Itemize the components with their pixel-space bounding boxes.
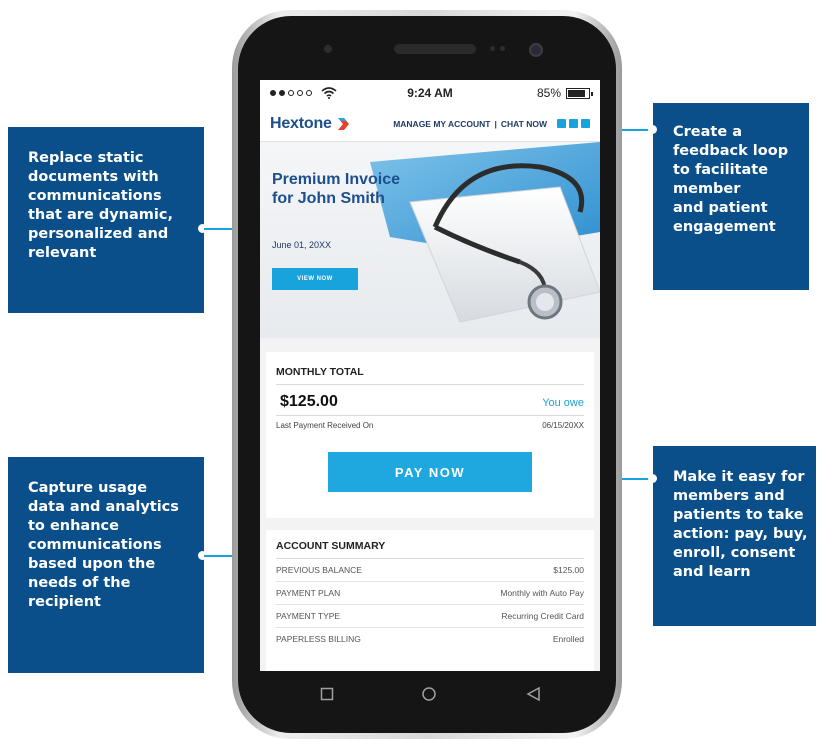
recents-square-icon[interactable] <box>320 687 334 701</box>
callout-easy-action: Make it easy for members and patients to… <box>653 446 816 626</box>
summary-label: PAPERLESS BILLING <box>276 634 361 644</box>
summary-row: PREVIOUS BALANCE $125.00 <box>276 559 584 582</box>
amount-row: $125.00 You owe <box>276 385 584 416</box>
sensor-icon <box>500 46 505 51</box>
callout-feedback-loop: Create a feedback loop to facilitate mem… <box>653 103 809 290</box>
view-now-button[interactable]: VIEW NOW <box>272 268 358 290</box>
social-icon[interactable] <box>569 119 578 128</box>
social-icon[interactable] <box>557 119 566 128</box>
invoice-date: June 01, 20XX <box>272 240 332 250</box>
you-owe-label: You owe <box>542 397 584 409</box>
pay-now-button[interactable]: PAY NOW <box>328 452 532 492</box>
social-links <box>557 119 590 128</box>
hero-banner: Premium Invoice for John Smith June 01, … <box>260 142 600 338</box>
logo-mark-icon <box>337 117 349 130</box>
wifi-icon <box>321 87 337 99</box>
callout-dynamic-communications: Replace static documents with communicat… <box>8 127 204 313</box>
summary-row: PAYMENT TYPE Recurring Credit Card <box>276 605 584 628</box>
nav-separator: | <box>494 118 497 129</box>
connector-dot <box>648 125 657 134</box>
sensor-icon <box>490 46 495 51</box>
summary-value: Monthly with Auto Pay <box>500 588 584 598</box>
callout-text: Replace static documents with communicat… <box>28 150 173 261</box>
account-summary-heading: ACCOUNT SUMMARY <box>276 540 584 559</box>
last-payment-label: Last Payment Received On <box>276 421 374 430</box>
logo-text: Hextone <box>270 114 332 132</box>
summary-label: PAYMENT TYPE <box>276 611 341 621</box>
monthly-total-heading: MONTHLY TOTAL <box>276 366 584 385</box>
chat-now-link[interactable]: CHAT NOW <box>501 119 547 129</box>
social-icon[interactable] <box>581 119 590 128</box>
monthly-total-card: MONTHLY TOTAL $125.00 You owe Last Payme… <box>266 352 594 518</box>
amount-due: $125.00 <box>280 393 338 410</box>
summary-label: PAYMENT PLAN <box>276 588 341 598</box>
phone-frame: 9:24 AM 85% Hextone MANAGE MY ACCOUNT | … <box>232 10 622 739</box>
app-header: Hextone MANAGE MY ACCOUNT | CHAT NOW <box>260 106 600 142</box>
callout-text: Capture usage data and analytics to enha… <box>28 480 179 610</box>
status-time: 9:24 AM <box>407 86 453 100</box>
summary-value: Enrolled <box>552 634 584 644</box>
callout-text: Make it easy for members and patients to… <box>673 469 808 580</box>
summary-value: Recurring Credit Card <box>501 611 584 621</box>
connector-dot <box>648 474 657 483</box>
invoice-title: Premium Invoice for John Smith <box>272 171 401 207</box>
summary-row: PAYMENT PLAN Monthly with Auto Pay <box>276 582 584 605</box>
account-summary-card: ACCOUNT SUMMARY PREVIOUS BALANCE $125.00… <box>266 530 594 671</box>
summary-value: $125.00 <box>553 565 584 575</box>
summary-label: PREVIOUS BALANCE <box>276 565 362 575</box>
phone-body: 9:24 AM 85% Hextone MANAGE MY ACCOUNT | … <box>238 16 616 733</box>
manage-account-link[interactable]: MANAGE MY ACCOUNT <box>393 119 490 129</box>
front-camera-icon <box>529 43 543 57</box>
last-payment-date: 06/15/20XX <box>542 421 584 430</box>
hextone-logo[interactable]: Hextone <box>270 115 350 133</box>
sensor-icon <box>324 45 332 53</box>
callout-text: Create a feedback loop to facilitate mem… <box>673 124 789 235</box>
battery-icon <box>566 87 593 99</box>
status-bar: 9:24 AM 85% <box>260 80 600 106</box>
last-payment-row: Last Payment Received On 06/15/20XX <box>276 416 584 430</box>
speaker-grille <box>394 44 476 54</box>
phone-screen: 9:24 AM 85% Hextone MANAGE MY ACCOUNT | … <box>260 80 600 671</box>
callout-usage-analytics: Capture usage data and analytics to enha… <box>8 457 204 673</box>
summary-row: PAPERLESS BILLING Enrolled <box>276 628 584 650</box>
header-nav: MANAGE MY ACCOUNT | CHAT NOW <box>393 119 590 129</box>
battery-percent: 85% <box>536 86 561 100</box>
signal-strength-icon <box>270 87 337 99</box>
home-circle-icon[interactable] <box>421 686 437 702</box>
back-triangle-icon[interactable] <box>526 686 542 702</box>
